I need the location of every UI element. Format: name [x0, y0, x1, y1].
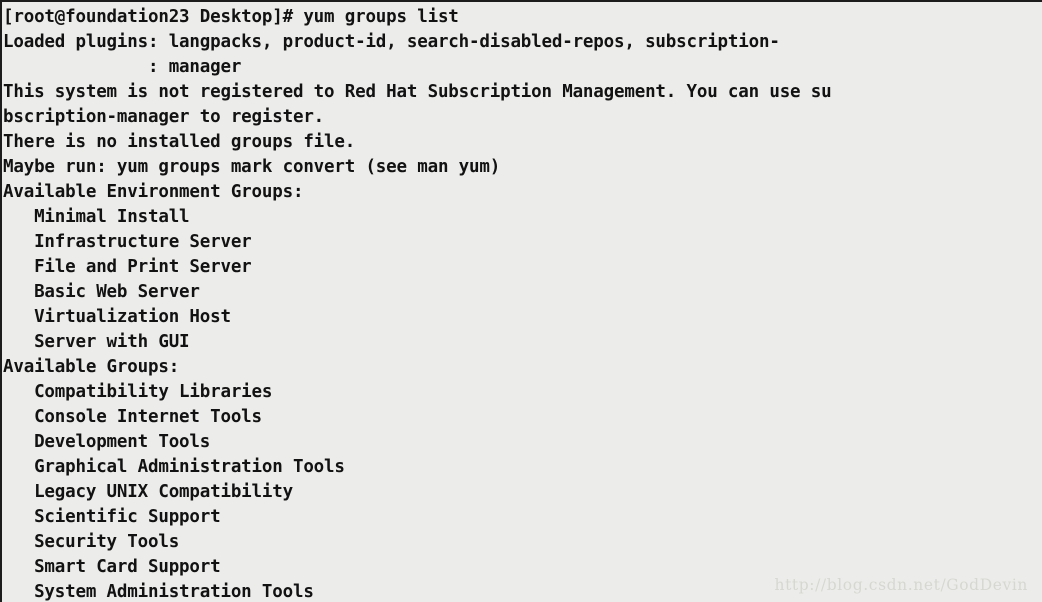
terminal-output[interactable]: [root@foundation23 Desktop]# yum groups … — [2, 2, 1042, 602]
terminal-line: [root@foundation23 Desktop]# yum groups … — [3, 7, 459, 27]
terminal-line: bscription-manager to register. — [3, 107, 325, 127]
terminal-line: Available Groups: — [3, 357, 180, 377]
terminal-line: Loaded plugins: langpacks, product-id, s… — [3, 32, 780, 52]
terminal-line: Console Internet Tools — [3, 407, 262, 427]
terminal-line: Virtualization Host — [3, 307, 231, 327]
terminal-window[interactable]: [root@foundation23 Desktop]# yum groups … — [0, 0, 1042, 602]
terminal-line: Scientific Support — [3, 507, 221, 527]
terminal-line: File and Print Server — [3, 257, 252, 277]
terminal-line: Smart Card Support — [3, 557, 221, 577]
terminal-line: There is no installed groups file. — [3, 132, 356, 152]
terminal-line: Development Tools — [3, 432, 211, 452]
terminal-line: Maybe run: yum groups mark convert (see … — [3, 157, 501, 177]
terminal-line: Graphical Administration Tools — [3, 457, 345, 477]
terminal-line: Infrastructure Server — [3, 232, 252, 252]
terminal-line: Server with GUI — [3, 332, 190, 352]
terminal-line: Compatibility Libraries — [3, 382, 273, 402]
terminal-line: Legacy UNIX Compatibility — [3, 482, 293, 502]
terminal-line: Minimal Install — [3, 207, 190, 227]
terminal-line: Available Environment Groups: — [3, 182, 304, 202]
terminal-line: Basic Web Server — [3, 282, 200, 302]
terminal-line: Security Tools — [3, 532, 180, 552]
terminal-line: : manager — [3, 57, 242, 77]
terminal-line: This system is not registered to Red Hat… — [3, 82, 832, 102]
terminal-line: System Administration Tools — [3, 582, 314, 602]
